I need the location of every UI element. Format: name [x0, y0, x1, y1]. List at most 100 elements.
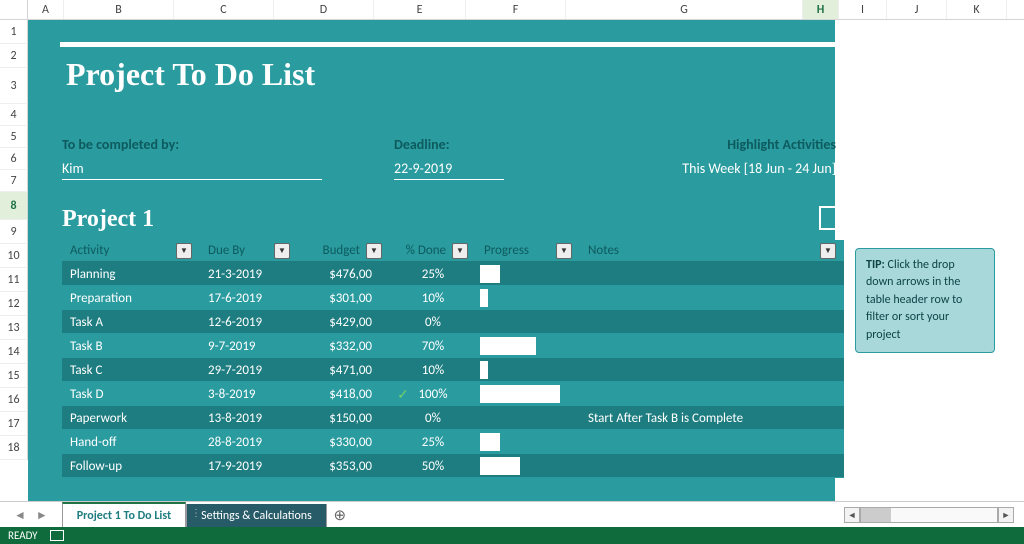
cell-activity[interactable]: Hand-off: [62, 430, 200, 454]
cell-due[interactable]: 28-8-2019: [200, 430, 298, 454]
cell-activity[interactable]: Task D: [62, 382, 200, 406]
col-header-A[interactable]: A: [28, 0, 64, 19]
cell-pct[interactable]: 0%: [390, 310, 476, 334]
col-header-E[interactable]: E: [374, 0, 466, 19]
cell-activity[interactable]: Follow-up: [62, 454, 200, 478]
cell-activity[interactable]: Paperwork: [62, 406, 200, 430]
cell-budget[interactable]: $429,00: [298, 310, 390, 334]
col-header-I[interactable]: I: [839, 0, 887, 19]
cell-due[interactable]: 17-6-2019: [200, 286, 298, 310]
cell-progress[interactable]: [476, 382, 580, 406]
col-header-D[interactable]: D: [274, 0, 374, 19]
col-header-K[interactable]: K: [947, 0, 1007, 19]
cell-pct[interactable]: 50%: [390, 454, 476, 478]
cell-notes[interactable]: [580, 358, 844, 382]
table-row[interactable]: Paperwork13-8-2019$150,000% Start After T…: [62, 406, 844, 430]
completed-by-value[interactable]: Kim: [62, 160, 322, 180]
row-header-6[interactable]: 6: [0, 148, 28, 170]
cell-progress[interactable]: [476, 430, 580, 454]
table-row[interactable]: Preparation17-6-2019$301,0010%: [62, 286, 844, 310]
cell-due[interactable]: 29-7-2019: [200, 358, 298, 382]
cell-budget[interactable]: $476,00: [298, 262, 390, 286]
cell-pct[interactable]: 10%: [390, 358, 476, 382]
cell-notes[interactable]: [580, 430, 844, 454]
column-header-due-by[interactable]: Due By▼: [200, 240, 298, 262]
table-row[interactable]: Hand-off28-8-2019$330,0025%: [62, 430, 844, 454]
cell-activity[interactable]: Task B: [62, 334, 200, 358]
col-header-J[interactable]: J: [887, 0, 947, 19]
column-header-activity[interactable]: Activity▼: [62, 240, 200, 262]
col-header-C[interactable]: C: [174, 0, 274, 19]
cell-notes[interactable]: Start After Task B is Complete: [580, 406, 844, 430]
table-row[interactable]: Task C29-7-2019$471,0010%: [62, 358, 844, 382]
row-header-10[interactable]: 10: [0, 244, 28, 268]
cell-pct[interactable]: 70%: [390, 334, 476, 358]
cell-budget[interactable]: $332,00: [298, 334, 390, 358]
column-header-progress[interactable]: Progress▼: [476, 240, 580, 262]
deadline-value[interactable]: 22-9-2019: [394, 160, 504, 180]
column-header-notes[interactable]: Notes▼: [580, 240, 844, 262]
col-header-G[interactable]: G: [566, 0, 803, 19]
cell-budget[interactable]: $301,00: [298, 286, 390, 310]
cell-pct[interactable]: 0%: [390, 406, 476, 430]
filter-dropdown-activity[interactable]: ▼: [176, 243, 192, 259]
add-sheet-button[interactable]: ⊕: [327, 502, 353, 528]
tab-project-1[interactable]: Project 1 To Do List: [62, 502, 186, 528]
cell-pct[interactable]: 25%: [390, 430, 476, 454]
cell-activity[interactable]: Preparation: [62, 286, 200, 310]
row-header-16[interactable]: 16: [0, 388, 28, 412]
highlight-value[interactable]: This Week [18 Jun - 24 Jun]: [630, 160, 836, 177]
cell-due[interactable]: 13-8-2019: [200, 406, 298, 430]
filter-dropdown-progress[interactable]: ▼: [556, 243, 572, 259]
cell-due[interactable]: 9-7-2019: [200, 334, 298, 358]
cell-pct[interactable]: 25%: [390, 262, 476, 286]
row-header-7[interactable]: 7: [0, 170, 28, 192]
tab-splitter[interactable]: ⋮: [191, 506, 200, 519]
cell-notes[interactable]: [580, 382, 844, 406]
cell-budget[interactable]: $330,00: [298, 430, 390, 454]
row-header-11[interactable]: 11: [0, 268, 28, 292]
cell-budget[interactable]: $353,00: [298, 454, 390, 478]
cell-notes[interactable]: [580, 334, 844, 358]
table-row[interactable]: Task A12-6-2019$429,000%: [62, 310, 844, 334]
cell-progress[interactable]: [476, 262, 580, 286]
filter-dropdown--done[interactable]: ▼: [452, 243, 468, 259]
scroll-thumb[interactable]: [861, 508, 891, 522]
scroll-track[interactable]: [860, 507, 998, 523]
col-header-H[interactable]: H: [803, 0, 839, 19]
cell-activity[interactable]: Planning: [62, 262, 200, 286]
cell-activity[interactable]: Task C: [62, 358, 200, 382]
cell-progress[interactable]: [476, 454, 580, 478]
row-header-2[interactable]: 2: [0, 44, 28, 68]
table-row[interactable]: Task D3-8-2019$418,00✓100%: [62, 382, 844, 406]
worksheet-area[interactable]: Project To Do List To be completed by: K…: [28, 20, 1024, 501]
tab-prev-icon[interactable]: ◄: [14, 508, 26, 523]
cell-pct[interactable]: ✓100%: [390, 382, 476, 406]
select-all-corner[interactable]: [0, 0, 28, 19]
row-header-18[interactable]: 18: [0, 436, 28, 460]
tab-next-icon[interactable]: ►: [36, 508, 48, 523]
row-header-15[interactable]: 15: [0, 364, 28, 388]
cell-progress[interactable]: [476, 406, 580, 430]
scroll-left-button[interactable]: ◄: [844, 507, 860, 523]
cell-budget[interactable]: $471,00: [298, 358, 390, 382]
column-header-budget[interactable]: Budget▼: [298, 240, 390, 262]
cell-due[interactable]: 12-6-2019: [200, 310, 298, 334]
cell-due[interactable]: 3-8-2019: [200, 382, 298, 406]
cell-budget[interactable]: $150,00: [298, 406, 390, 430]
column-header--done[interactable]: % Done▼: [390, 240, 476, 262]
cell-due[interactable]: 17-9-2019: [200, 454, 298, 478]
table-row[interactable]: Follow-up17-9-2019$353,0050%: [62, 454, 844, 478]
row-header-5[interactable]: 5: [0, 126, 28, 148]
cell-notes[interactable]: [580, 454, 844, 478]
cell-progress[interactable]: [476, 334, 580, 358]
cell-budget[interactable]: $418,00: [298, 382, 390, 406]
row-header-3[interactable]: 3: [0, 68, 28, 104]
row-header-17[interactable]: 17: [0, 412, 28, 436]
row-header-12[interactable]: 12: [0, 292, 28, 316]
scroll-right-button[interactable]: ►: [998, 507, 1014, 523]
cell-due[interactable]: 21-3-2019: [200, 262, 298, 286]
row-header-9[interactable]: 9: [0, 220, 28, 244]
cell-activity[interactable]: Task A: [62, 310, 200, 334]
cell-notes[interactable]: [580, 286, 844, 310]
